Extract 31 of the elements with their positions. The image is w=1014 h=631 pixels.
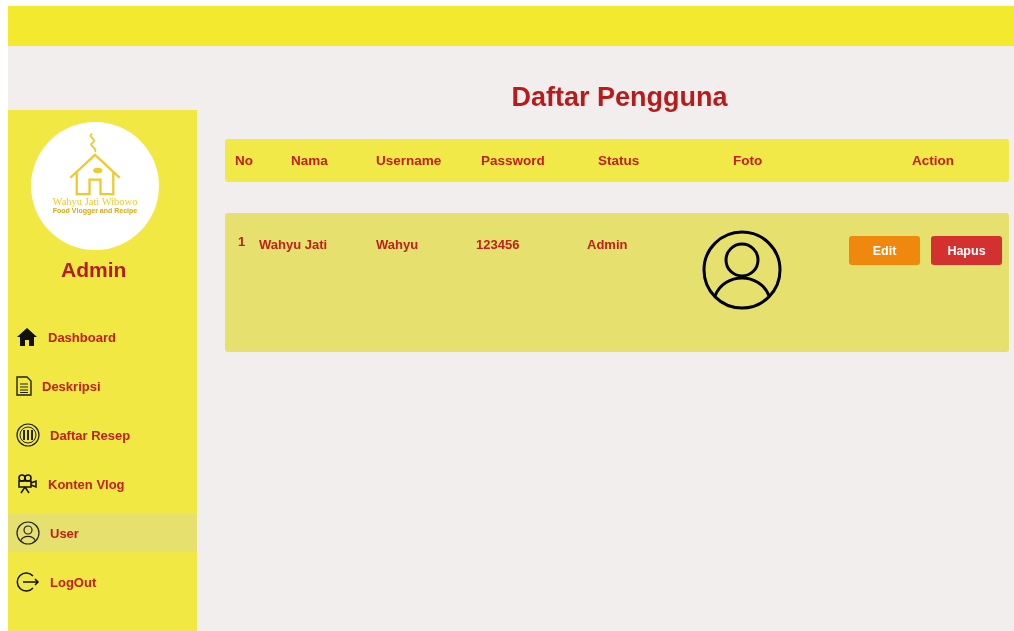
table-cell-text: 123456 — [476, 237, 521, 252]
sidebar-item[interactable]: Konten Vlog — [8, 465, 197, 503]
edit-button[interactable]: Edit — [849, 236, 920, 265]
column-header: No — [235, 153, 254, 168]
home-icon — [16, 327, 38, 347]
sidebar-item[interactable]: LogOut — [8, 563, 197, 601]
sidebar-item[interactable]: Deskripsi — [8, 367, 197, 405]
table-cell-text: 1 — [238, 234, 247, 249]
column-header: Status — [598, 153, 641, 168]
logout-icon — [16, 571, 40, 593]
document-icon — [16, 376, 32, 396]
user-icon — [16, 521, 40, 545]
video-camera-icon — [16, 474, 38, 494]
house-logo-icon — [67, 132, 123, 196]
logo-name: Wahyu Jati Wibowo — [52, 196, 138, 207]
plate-icon — [16, 423, 40, 447]
table-cell-text: Wahyu Jati — [259, 237, 329, 252]
sidebar-item[interactable]: Daftar Resep — [8, 416, 197, 454]
table-cell-text: Admin — [587, 237, 629, 252]
column-header: Nama — [291, 153, 329, 168]
role-label: Admin — [61, 258, 128, 282]
page-title: Daftar Pengguna — [510, 82, 729, 113]
column-header: Username — [376, 153, 443, 168]
delete-button[interactable]: Hapus — [931, 236, 1002, 265]
table-cell-text: Wahyu — [376, 237, 420, 252]
column-header: Foto — [733, 153, 764, 168]
sidebar-item[interactable]: Dashboard — [8, 318, 197, 356]
column-header: Action — [912, 153, 955, 168]
sidebar-item[interactable]: User — [8, 514, 197, 552]
avatar-icon — [702, 230, 782, 310]
column-header: Password — [481, 153, 546, 168]
